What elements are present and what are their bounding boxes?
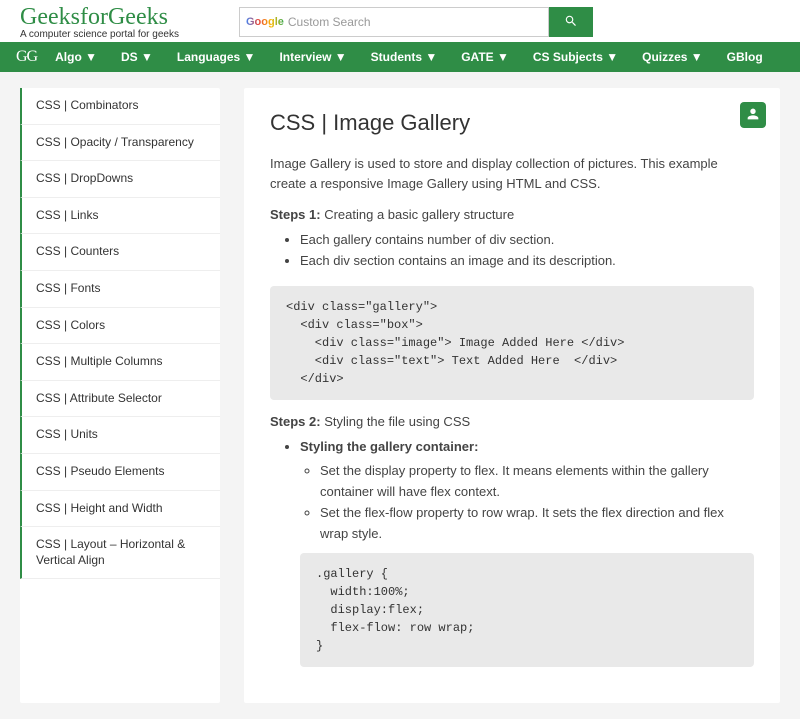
nav-item-gblog[interactable]: GBlog [727, 50, 763, 64]
step2-bullets: Styling the gallery container: Set the d… [300, 437, 754, 667]
brand-block[interactable]: GeeksforGeeks A computer science portal … [20, 4, 179, 40]
user-button[interactable] [740, 102, 766, 128]
google-logo-text: Google [246, 16, 284, 28]
sidebar-item[interactable]: CSS | Multiple Columns [20, 344, 220, 381]
list-item: Each div section contains an image and i… [300, 251, 754, 272]
brand-subtitle: A computer science portal for geeks [20, 29, 179, 40]
sidebar-item[interactable]: CSS | Pseudo Elements [20, 454, 220, 491]
search-input[interactable]: Google Custom Search [239, 7, 549, 37]
sidebar-item[interactable]: CSS | Opacity / Transparency [20, 125, 220, 162]
nav-item-ds[interactable]: DS ▼ [121, 50, 153, 64]
sidebar-item[interactable]: CSS | Combinators [20, 88, 220, 125]
sidebar-item[interactable]: CSS | Colors [20, 308, 220, 345]
sidebar-item[interactable]: CSS | DropDowns [20, 161, 220, 198]
nav-item-quizzes[interactable]: Quizzes ▼ [642, 50, 703, 64]
step2-sublist: Set the display property to flex. It mea… [320, 461, 754, 544]
sidebar-item[interactable]: CSS | Height and Width [20, 491, 220, 528]
nav-item-languages[interactable]: Languages ▼ [177, 50, 256, 64]
main-nav: GG Algo ▼ DS ▼ Languages ▼ Interview ▼ S… [0, 42, 800, 72]
nav-item-cs-subjects[interactable]: CS Subjects ▼ [533, 50, 618, 64]
list-item: Each gallery contains number of div sect… [300, 230, 754, 251]
search-placeholder: Custom Search [288, 15, 371, 29]
layout: CSS | Combinators CSS | Opacity / Transp… [0, 72, 800, 719]
step2-line: Steps 2: Styling the file using CSS [270, 414, 754, 429]
article-title: CSS | Image Gallery [270, 110, 754, 136]
sidebar-item[interactable]: CSS | Layout – Horizontal & Vertical Ali… [20, 527, 220, 579]
sidebar-item[interactable]: CSS | Fonts [20, 271, 220, 308]
search-button[interactable] [549, 7, 593, 37]
article-intro: Image Gallery is used to store and displ… [270, 154, 754, 193]
step1-line: Steps 1: Creating a basic gallery struct… [270, 207, 754, 222]
nav-logo[interactable]: GG [16, 48, 37, 66]
list-item: Set the display property to flex. It mea… [320, 461, 754, 503]
nav-item-interview[interactable]: Interview ▼ [279, 50, 346, 64]
sidebar-item[interactable]: CSS | Attribute Selector [20, 381, 220, 418]
search-icon [564, 14, 578, 31]
brand-title: GeeksforGeeks [20, 4, 179, 31]
search-wrap: Google Custom Search [239, 7, 593, 37]
sidebar-item[interactable]: CSS | Units [20, 417, 220, 454]
list-item: Styling the gallery container: Set the d… [300, 437, 754, 667]
code-block-2: .gallery { width:100%; display:flex; fle… [300, 553, 754, 667]
user-icon [745, 106, 761, 125]
nav-item-gate[interactable]: GATE ▼ [461, 50, 509, 64]
sidebar: CSS | Combinators CSS | Opacity / Transp… [20, 88, 220, 703]
article-content: CSS | Image Gallery Image Gallery is use… [244, 88, 780, 703]
sidebar-item[interactable]: CSS | Links [20, 198, 220, 235]
sidebar-item[interactable]: CSS | Counters [20, 234, 220, 271]
header: GeeksforGeeks A computer science portal … [0, 0, 800, 42]
code-block-1: <div class="gallery"> <div class="box"> … [270, 286, 754, 400]
list-item: Set the flex-flow property to row wrap. … [320, 503, 754, 545]
step1-bullets: Each gallery contains number of div sect… [300, 230, 754, 272]
nav-item-students[interactable]: Students ▼ [371, 50, 438, 64]
nav-item-algo[interactable]: Algo ▼ [55, 50, 97, 64]
